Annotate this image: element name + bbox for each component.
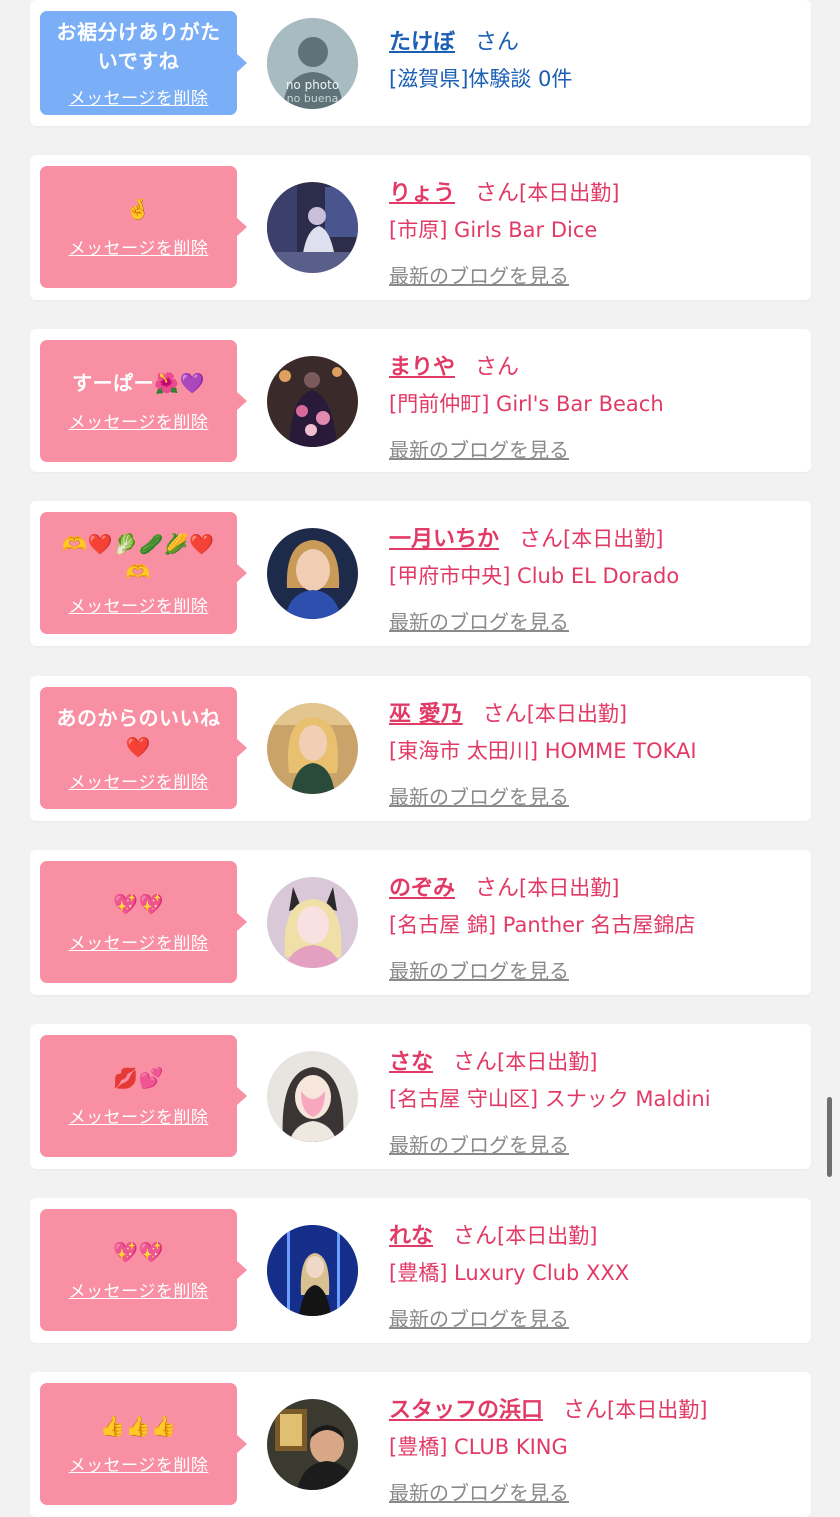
shop-info: [甲府市中央] Club EL Dorado — [389, 564, 680, 588]
shop-info: [東海市 太田川] HOMME TOKAI — [389, 739, 697, 763]
shop-info: [市原] Girls Bar Dice — [389, 218, 598, 242]
honorific: さん — [475, 876, 520, 901]
message-text: 👍👍👍 — [100, 1414, 177, 1438]
work-status: [本日出勤] — [607, 1398, 708, 1422]
user-name-link[interactable]: れな — [389, 1218, 433, 1250]
message-card: お裾分けありがたいですね メッセージを削除 no photo no buena … — [30, 0, 811, 126]
user-photo-avatar[interactable] — [267, 703, 358, 794]
message-bubble: お裾分けありがたいですね メッセージを削除 — [40, 11, 247, 115]
message-text: あのからのいいね❤️ — [56, 705, 221, 759]
message-text: 💖💖 — [113, 1240, 164, 1264]
honorific: さん — [453, 1050, 498, 1075]
message-bubble: 💖💖 メッセージを削除 — [40, 861, 247, 983]
message-text: すーぱー🌺💜 — [72, 371, 205, 395]
user-photo-avatar[interactable] — [267, 1051, 358, 1142]
latest-blog-link[interactable]: 最新のブログを見る — [389, 1477, 569, 1506]
work-status: [本日出勤] — [519, 181, 620, 205]
honorific: さん — [453, 1224, 498, 1249]
user-name-link[interactable]: たけぼ — [389, 24, 455, 56]
shop-info: [名古屋 錦] Panther 名古屋錦店 — [389, 913, 696, 937]
work-status: [本日出勤] — [497, 1050, 598, 1074]
message-text: 💋💕 — [113, 1066, 164, 1090]
honorific: さん — [519, 527, 564, 552]
user-photo-avatar[interactable] — [267, 528, 358, 619]
message-text: 💖💖 — [113, 892, 164, 916]
message-card: 💖💖 メッセージを削除 れな さん [本日出勤] [豊橋] Luxury Clu… — [30, 1198, 811, 1343]
message-bubble: 🫶❤️🥬🥒🌽❤️🫶 メッセージを削除 — [40, 512, 247, 634]
delete-message-link[interactable]: メッセージを削除 — [69, 929, 209, 954]
user-photo-avatar[interactable] — [267, 1225, 358, 1316]
message-text: お裾分けありがたいですね — [56, 19, 221, 73]
message-bubble: 💖💖 メッセージを削除 — [40, 1209, 247, 1331]
message-card: 🫶❤️🥬🥒🌽❤️🫶 メッセージを削除 一月いちか さん [本日出勤] [甲府市中… — [30, 501, 811, 646]
work-status: [本日出勤] — [497, 1224, 598, 1248]
latest-blog-link[interactable]: 最新のブログを見る — [389, 1303, 569, 1332]
user-photo-avatar[interactable] — [267, 877, 358, 968]
no-photo-avatar[interactable]: no photo no buena — [267, 18, 358, 109]
delete-message-link[interactable]: メッセージを削除 — [69, 592, 209, 617]
honorific: さん — [475, 355, 520, 380]
message-text: 🤞 — [125, 197, 152, 221]
latest-blog-link[interactable]: 最新のブログを見る — [389, 781, 569, 810]
scrollbar[interactable] — [827, 1097, 832, 1177]
work-status: [本日出勤] — [526, 702, 628, 726]
user-photo-avatar[interactable] — [267, 1399, 358, 1490]
shop-info: [滋賀県]体験談 0件 — [389, 67, 573, 91]
delete-message-link[interactable]: メッセージを削除 — [69, 1277, 209, 1302]
user-name-link[interactable]: のぞみ — [389, 870, 455, 902]
honorific: さん — [482, 702, 527, 727]
honorific: さん — [475, 30, 520, 55]
shop-info: [門前仲町] Girl's Bar Beach — [389, 392, 664, 416]
user-name-link[interactable]: 巫 愛乃 — [389, 696, 463, 728]
latest-blog-link[interactable]: 最新のブログを見る — [389, 434, 569, 463]
message-card: あのからのいいね❤️ メッセージを削除 巫 愛乃 さん [本日出勤] [東海市 … — [30, 676, 811, 821]
honorific: さん — [563, 1398, 608, 1423]
user-name-link[interactable]: まりや — [389, 349, 455, 381]
message-bubble: 👍👍👍 メッセージを削除 — [40, 1383, 247, 1505]
user-photo-avatar[interactable] — [267, 182, 358, 273]
delete-message-link[interactable]: メッセージを削除 — [69, 768, 209, 793]
avatar-caption-2: no buena — [287, 92, 339, 105]
latest-blog-link[interactable]: 最新のブログを見る — [389, 955, 569, 984]
message-card: すーぱー🌺💜 メッセージを削除 まりや さん [門前仲町] Girl's Bar… — [30, 329, 811, 472]
work-status: [本日出勤] — [563, 527, 664, 551]
latest-blog-link[interactable]: 最新のブログを見る — [389, 1129, 569, 1158]
message-bubble: あのからのいいね❤️ メッセージを削除 — [40, 687, 247, 809]
avatar-caption: no photo — [286, 78, 339, 92]
delete-message-link[interactable]: メッセージを削除 — [69, 408, 209, 433]
message-card: 👍👍👍 メッセージを削除 スタッフの浜口 さん [本日出勤] [豊橋] CLUB… — [30, 1372, 811, 1517]
shop-info: [豊橋] CLUB KING — [389, 1435, 568, 1459]
delete-message-link[interactable]: メッセージを削除 — [69, 1451, 209, 1476]
latest-blog-link[interactable]: 最新のブログを見る — [389, 606, 569, 635]
shop-info: [名古屋 守山区] スナック Maldini — [389, 1087, 711, 1111]
work-status: [本日出勤] — [519, 876, 620, 900]
message-bubble: 💋💕 メッセージを削除 — [40, 1035, 247, 1157]
message-card: 💖💖 メッセージを削除 のぞみ さん [本日出勤] [名古屋 錦] Panthe… — [30, 850, 811, 995]
delete-message-link[interactable]: メッセージを削除 — [69, 234, 209, 259]
delete-message-link[interactable]: メッセージを削除 — [69, 1103, 209, 1128]
delete-message-link[interactable]: メッセージを削除 — [69, 84, 209, 109]
user-name-link[interactable]: 一月いちか — [389, 521, 499, 553]
latest-blog-link[interactable]: 最新のブログを見る — [389, 260, 569, 289]
honorific: さん — [475, 181, 520, 206]
message-bubble: 🤞 メッセージを削除 — [40, 166, 247, 288]
message-bubble: すーぱー🌺💜 メッセージを削除 — [40, 340, 247, 462]
user-name-link[interactable]: りょう — [389, 175, 455, 207]
message-text: 🫶❤️🥬🥒🌽❤️🫶 — [62, 531, 215, 584]
shop-info: [豊橋] Luxury Club XXX — [389, 1261, 630, 1285]
user-name-link[interactable]: スタッフの浜口 — [389, 1392, 543, 1424]
user-name-link[interactable]: さな — [389, 1044, 433, 1076]
user-photo-avatar[interactable] — [267, 356, 358, 447]
message-card: 💋💕 メッセージを削除 さな さん [本日出勤] [名古屋 守山区] スナック … — [30, 1024, 811, 1169]
message-card: 🤞 メッセージを削除 りょう さん [本日出勤] [市原] Girls Bar … — [30, 155, 811, 300]
